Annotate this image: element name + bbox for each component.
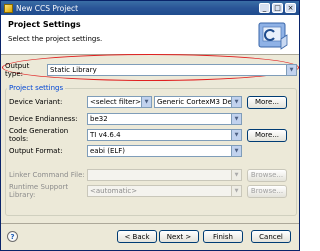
new-ccs-project-dialog: New CCS Project _ □ × Project Settings S… — [0, 0, 300, 251]
device-variant-select[interactable]: Generic CortexM3 Device ▼ — [154, 96, 242, 108]
codegen-tools-select[interactable]: TI v4.6.4 ▼ — [87, 129, 242, 141]
output-type-value: Static Library — [50, 66, 97, 74]
linker-browse-button: Browse... — [247, 168, 287, 182]
footer-separator — [1, 223, 299, 224]
device-variant-row: Device Variant: <select filter> ▼ Generi… — [9, 95, 287, 109]
device-endianness-select[interactable]: be32 ▼ — [87, 113, 242, 125]
next-button[interactable]: Next > — [159, 230, 199, 243]
device-endianness-value: be32 — [90, 115, 108, 123]
chevron-down-icon[interactable]: ▼ — [231, 97, 241, 107]
codegen-more-button[interactable]: More... — [247, 128, 287, 142]
ccs-project-icon — [258, 22, 288, 50]
output-type-select[interactable]: Static Library ▼ — [47, 64, 297, 76]
wizard-header: Project Settings Select the project sett… — [1, 15, 299, 55]
chevron-down-icon[interactable]: ▼ — [286, 65, 296, 75]
group-title: Project settings — [7, 84, 66, 92]
chevron-down-icon[interactable]: ▼ — [141, 97, 151, 107]
runtime-library-value: <automatic> — [90, 187, 138, 195]
chevron-down-icon[interactable]: ▼ — [231, 130, 241, 140]
codegen-tools-row: Code Generation tools: TI v4.6.4 ▼ More.… — [9, 127, 287, 143]
runtime-library-row: Runtime Support Library: <automatic> ▼ B… — [9, 183, 287, 199]
device-endianness-label: Device Endianness: — [9, 115, 78, 123]
runtime-library-label: Runtime Support Library: — [9, 183, 69, 199]
chevron-down-icon[interactable]: ▼ — [231, 146, 241, 156]
chevron-down-icon: ▼ — [231, 186, 241, 196]
linker-command-label: Linker Command File: — [9, 171, 85, 179]
codegen-tools-value: TI v4.6.4 — [90, 131, 121, 139]
linker-command-row: Linker Command File: ▼ Browse... — [9, 168, 287, 182]
cancel-button[interactable]: Cancel — [251, 230, 291, 243]
output-type-row: Output type: Static Library ▼ — [5, 62, 297, 78]
maximize-button[interactable]: □ — [272, 3, 283, 13]
window-controls: _ □ × — [259, 3, 296, 13]
minimize-button[interactable]: _ — [259, 3, 270, 13]
device-endianness-row: Device Endianness: be32 ▼ — [9, 112, 242, 126]
close-button[interactable]: × — [285, 3, 296, 13]
output-format-label: Output Format: — [9, 147, 63, 155]
output-format-select[interactable]: eabi (ELF) ▼ — [87, 145, 242, 157]
runtime-browse-button: Browse... — [247, 184, 287, 198]
output-format-row: Output Format: eabi (ELF) ▼ — [9, 144, 242, 158]
device-variant-value: Generic CortexM3 Device — [157, 98, 231, 106]
chevron-down-icon: ▼ — [231, 170, 241, 180]
runtime-library-select: <automatic> ▼ — [87, 185, 242, 197]
device-more-button[interactable]: More... — [247, 95, 287, 109]
help-icon[interactable]: ? — [7, 231, 18, 242]
device-filter-value: <select filter> — [90, 98, 141, 106]
back-button[interactable]: < Back — [117, 230, 157, 243]
device-filter-select[interactable]: <select filter> ▼ — [87, 96, 152, 108]
output-type-label: Output type: — [5, 62, 30, 78]
page-subtitle: Select the project settings. — [8, 35, 103, 43]
finish-button[interactable]: Finish — [203, 230, 243, 243]
chevron-down-icon[interactable]: ▼ — [231, 114, 241, 124]
codegen-tools-label: Code Generation tools: — [9, 127, 69, 143]
app-icon — [4, 3, 13, 13]
page-title: Project Settings — [8, 20, 81, 29]
window-title: New CCS Project — [16, 3, 79, 13]
title-bar: New CCS Project _ □ × — [1, 1, 299, 15]
linker-command-select: ▼ — [87, 169, 242, 181]
output-format-value: eabi (ELF) — [90, 147, 126, 155]
device-variant-label: Device Variant: — [9, 98, 63, 106]
